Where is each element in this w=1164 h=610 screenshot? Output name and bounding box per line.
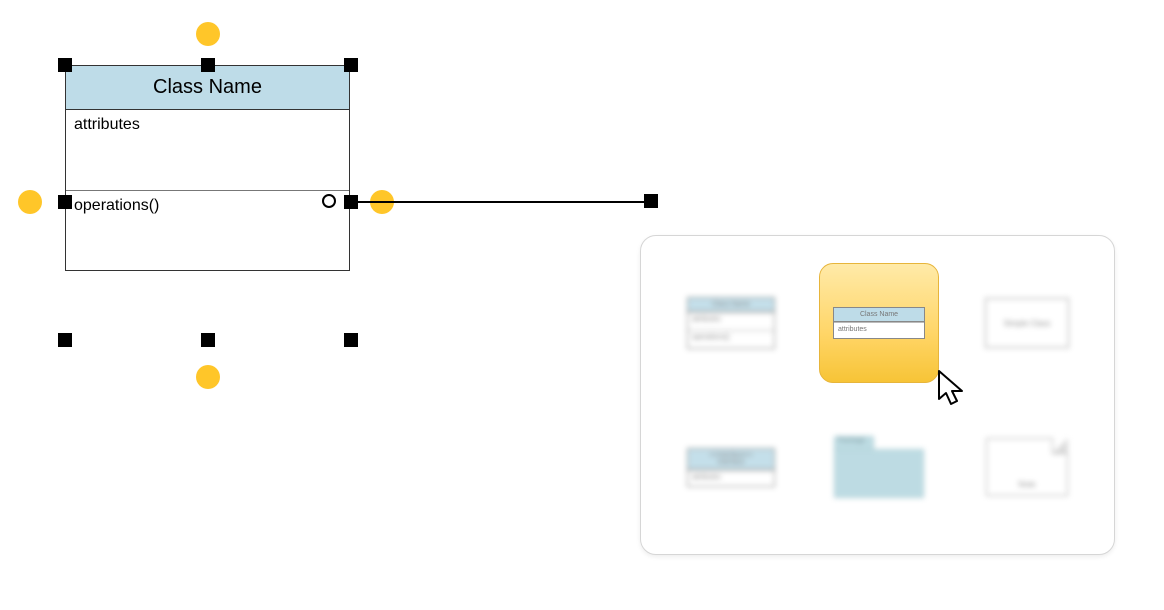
shape-option-section: operations() xyxy=(688,330,774,348)
selection-handle-e[interactable] xyxy=(344,195,358,209)
connection-point-left[interactable] xyxy=(18,190,42,214)
uml-class-operations-section[interactable]: operations() xyxy=(66,190,349,270)
shape-option-label: <<Interface>> Interface xyxy=(688,449,774,470)
shape-option-label: Class Name xyxy=(834,308,924,322)
shape-option-package[interactable]: Package xyxy=(819,407,939,527)
connection-point-top[interactable] xyxy=(196,22,220,46)
uml-class-attributes-section[interactable]: attributes xyxy=(66,110,349,190)
note-fold-icon xyxy=(1052,438,1068,454)
connection-point-bottom[interactable] xyxy=(196,365,220,389)
selection-handle-s[interactable] xyxy=(201,333,215,347)
uml-class-shape[interactable]: Class Name attributes operations() xyxy=(65,65,350,271)
connector-source-port[interactable] xyxy=(322,194,336,208)
selection-handle-sw[interactable] xyxy=(58,333,72,347)
shape-option-section: attributes xyxy=(688,312,774,330)
shape-option-class-3[interactable]: Class Name attributes operations() xyxy=(671,263,791,383)
shape-option-section: attributes xyxy=(834,322,924,338)
selection-handle-nw[interactable] xyxy=(58,58,72,72)
selection-handle-w[interactable] xyxy=(58,195,72,209)
shape-option-label: Simple Class xyxy=(985,298,1069,348)
selection-handle-n[interactable] xyxy=(201,58,215,72)
connector-endpoint-handle[interactable] xyxy=(644,194,658,208)
shape-option-section: attributes xyxy=(688,470,774,486)
shape-option-class-2[interactable]: Class Name attributes xyxy=(819,263,939,383)
selection-handle-se[interactable] xyxy=(344,333,358,347)
shape-option-interface[interactable]: <<Interface>> Interface attributes xyxy=(671,407,791,527)
shape-option-label: Class Name xyxy=(688,298,774,312)
shape-option-simple-class[interactable]: Simple Class xyxy=(967,263,1087,383)
shape-option-label: Package xyxy=(838,437,865,444)
connector-line[interactable] xyxy=(358,201,648,203)
selection-handle-ne[interactable] xyxy=(344,58,358,72)
shape-option-note[interactable]: Note xyxy=(967,407,1087,527)
package-body-icon xyxy=(834,449,924,498)
uml-class-title[interactable]: Class Name xyxy=(66,66,349,110)
shape-option-label: Note xyxy=(1019,480,1036,489)
shape-picker-panel[interactable]: Class Name attributes operations() Class… xyxy=(640,235,1115,555)
